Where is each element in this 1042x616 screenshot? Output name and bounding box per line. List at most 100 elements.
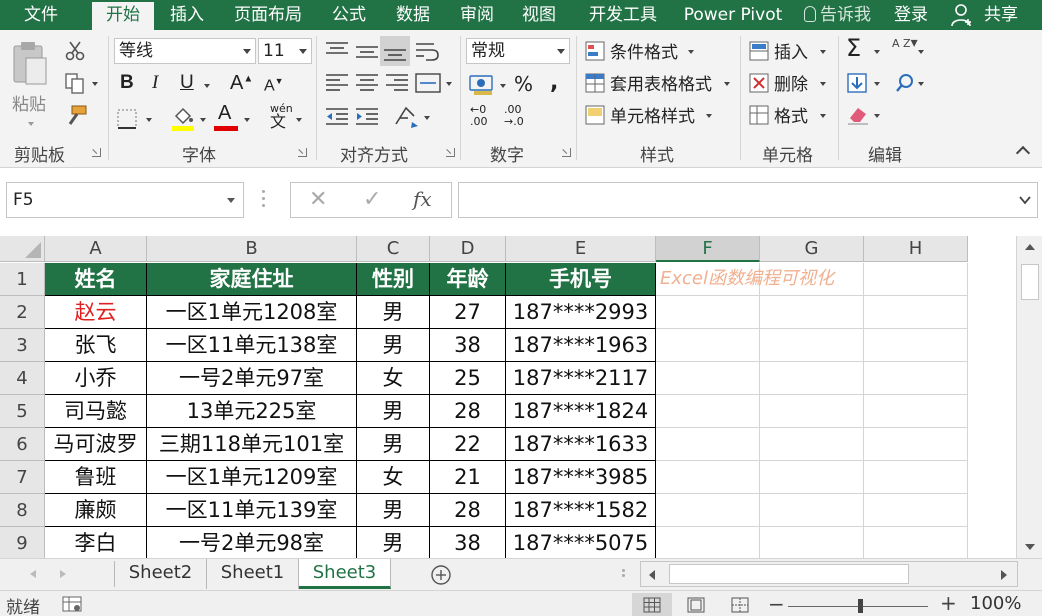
format-as-table-button[interactable]: 套用表格格式 [610, 70, 712, 95]
column-header-b[interactable]: B [147, 236, 357, 262]
empty-cell[interactable] [656, 527, 760, 558]
horizontal-scrollbar[interactable] [640, 561, 1018, 587]
table-cell[interactable]: 一区1单元1209室 [147, 461, 357, 494]
tab-developer[interactable]: 开发工具 [578, 0, 668, 30]
conditional-format-button[interactable]: 条件格式 [610, 38, 678, 63]
cell-styles-button[interactable]: 单元格样式 [610, 102, 695, 127]
align-right-icon[interactable] [384, 72, 410, 94]
column-header-g[interactable]: G [760, 236, 864, 262]
scroll-up-icon[interactable] [1024, 242, 1036, 252]
align-middle-icon[interactable] [354, 40, 380, 62]
table-cell[interactable]: 187****2993 [506, 296, 656, 329]
sheet-tab-sheet3[interactable]: Sheet3 [299, 559, 391, 589]
tab-splitter[interactable] [622, 569, 625, 581]
empty-cell[interactable] [656, 296, 760, 329]
insert-cells-button[interactable]: 插入 [774, 38, 808, 63]
table-header-cell[interactable]: 年龄 [430, 263, 506, 296]
accounting-format-icon[interactable] [468, 72, 496, 96]
table-header-cell[interactable]: 性别 [357, 263, 430, 296]
table-cell[interactable]: 38 [430, 527, 506, 558]
empty-cell[interactable] [760, 461, 864, 494]
increase-indent-icon[interactable] [354, 106, 380, 128]
page-layout-view-button[interactable] [676, 593, 716, 616]
tab-home[interactable]: 开始 [92, 2, 154, 30]
paste-button[interactable]: 粘贴 [12, 90, 46, 115]
table-header-cell[interactable]: 手机号 [506, 263, 656, 296]
table-cell[interactable]: 李白 [45, 527, 147, 558]
name-box[interactable]: F5 [6, 182, 244, 218]
tab-power-pivot[interactable]: Power Pivot [678, 0, 788, 30]
insert-function-button[interactable]: fx [413, 187, 432, 211]
scroll-right-icon[interactable] [999, 569, 1009, 581]
format-cells-button[interactable]: 格式 [774, 102, 808, 127]
table-cell[interactable]: 小乔 [45, 362, 147, 395]
table-cell[interactable]: 21 [430, 461, 506, 494]
table-cell[interactable]: 22 [430, 428, 506, 461]
vertical-scrollbar[interactable] [1016, 236, 1042, 558]
table-cell[interactable]: 27 [430, 296, 506, 329]
bold-button[interactable]: B [120, 72, 134, 94]
empty-cell[interactable] [656, 428, 760, 461]
empty-cell[interactable] [760, 527, 864, 558]
horizontal-scroll-thumb[interactable] [669, 564, 909, 584]
page-break-view-button[interactable] [720, 593, 760, 616]
format-cells-icon[interactable] [748, 104, 770, 126]
table-cell[interactable]: 女 [357, 461, 430, 494]
clear-icon[interactable] [846, 104, 870, 126]
macro-record-icon[interactable] [62, 596, 82, 612]
merge-center-icon[interactable] [414, 72, 442, 94]
font-color-button[interactable]: A [218, 102, 231, 125]
empty-cell[interactable] [656, 362, 760, 395]
cell-styles-icon[interactable] [584, 104, 606, 126]
grow-font-button[interactable]: A▲ [230, 72, 253, 95]
percent-button[interactable]: % [514, 72, 533, 96]
row-header-5[interactable]: 5 [0, 395, 45, 428]
table-cell[interactable]: 三期118单元101室 [147, 428, 357, 461]
tell-me-box[interactable]: 告诉我 [804, 0, 888, 30]
empty-cell[interactable] [864, 329, 968, 362]
table-cell[interactable]: 司马懿 [45, 395, 147, 428]
format-painter-icon[interactable] [64, 104, 88, 128]
cancel-formula-button[interactable]: ✕ [309, 187, 327, 212]
font-name-combo[interactable]: 等线 [114, 38, 256, 64]
align-top-icon[interactable] [324, 40, 350, 62]
tab-file[interactable]: 文件 [10, 0, 72, 30]
empty-cell[interactable] [760, 428, 864, 461]
share-button[interactable]: 共享 [976, 0, 1026, 30]
autosum-dropdown-icon[interactable] [874, 50, 880, 54]
autosum-button[interactable]: Σ [846, 34, 861, 62]
align-left-icon[interactable] [324, 72, 350, 94]
wrap-text-icon[interactable] [414, 40, 442, 64]
table-cell[interactable]: 男 [357, 428, 430, 461]
table-cell[interactable]: 187****5075 [506, 527, 656, 558]
table-cell[interactable]: 男 [357, 527, 430, 558]
underline-button[interactable]: U [180, 72, 194, 94]
tab-view[interactable]: 视图 [512, 0, 566, 30]
row-header-9[interactable]: 9 [0, 527, 45, 558]
clear-dropdown-icon[interactable] [874, 114, 880, 118]
delete-dropdown-icon[interactable] [820, 82, 826, 86]
borders-dropdown-icon[interactable] [146, 118, 152, 122]
insert-cells-icon[interactable] [748, 40, 770, 62]
orientation-icon[interactable] [392, 104, 420, 130]
conditional-format-icon[interactable] [584, 40, 606, 62]
formula-bar-splitter[interactable] [262, 190, 266, 210]
fill-color-icon[interactable] [170, 104, 196, 132]
empty-cell[interactable] [864, 263, 968, 296]
find-select-icon[interactable] [894, 72, 916, 94]
font-size-combo[interactable]: 11 [258, 38, 312, 64]
shrink-font-button[interactable]: A▼ [264, 76, 284, 95]
sheet-tab-sheet1[interactable]: Sheet1 [207, 559, 299, 589]
table-cell[interactable]: 25 [430, 362, 506, 395]
column-header-h[interactable]: H [864, 236, 968, 262]
column-header-a[interactable]: A [45, 236, 147, 262]
empty-cell[interactable] [864, 461, 968, 494]
table-cell[interactable]: 一号2单元97室 [147, 362, 357, 395]
sheet-tab-sheet2[interactable]: Sheet2 [115, 559, 207, 589]
table-cell[interactable]: 28 [430, 395, 506, 428]
table-header-cell[interactable]: 家庭住址 [147, 263, 357, 296]
table-cell[interactable]: 鲁班 [45, 461, 147, 494]
table-cell[interactable]: 男 [357, 329, 430, 362]
empty-cell[interactable] [760, 362, 864, 395]
borders-icon[interactable] [116, 108, 138, 130]
